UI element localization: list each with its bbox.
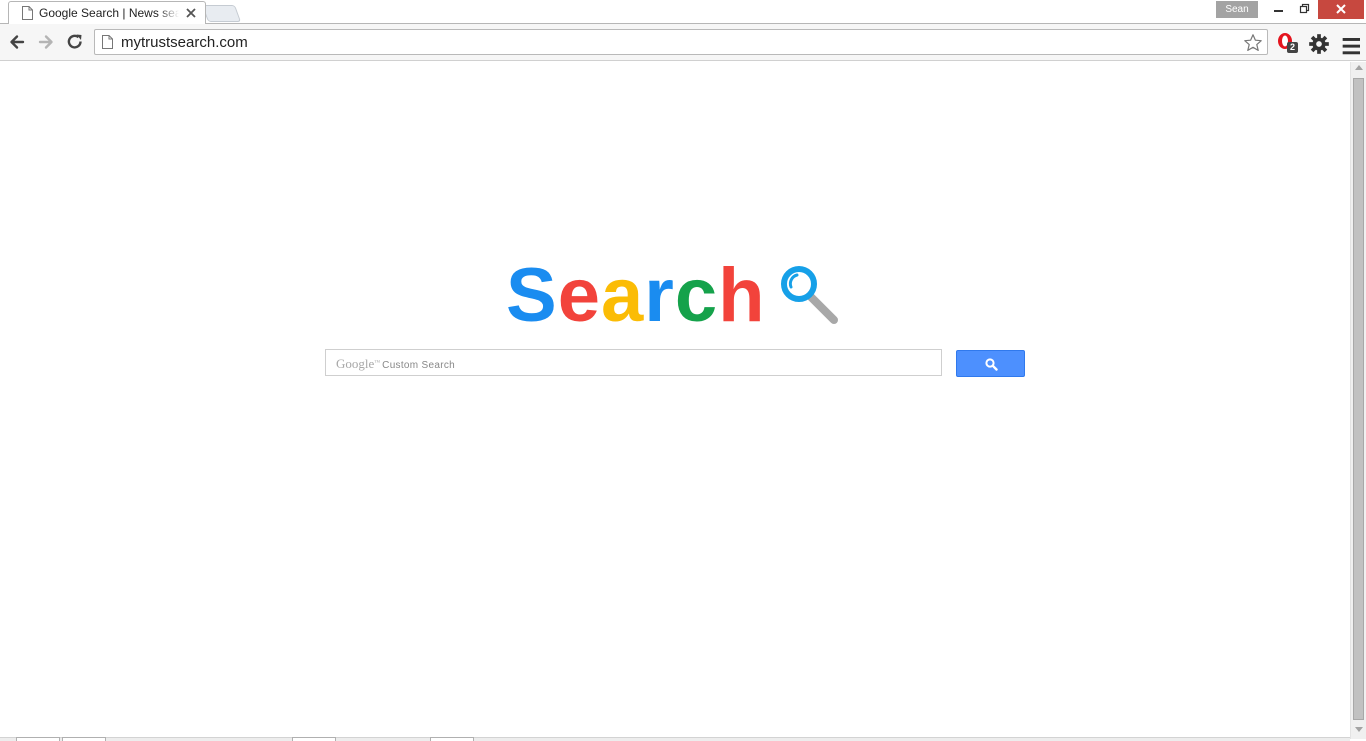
- logo-word: Search: [506, 256, 766, 336]
- arrow-right-icon[interactable]: [36, 32, 56, 52]
- search-input[interactable]: Google™ Custom Search: [325, 349, 942, 376]
- minimize-button[interactable]: [1265, 0, 1292, 19]
- watermark-tm: ™: [374, 360, 381, 366]
- taskbar-item[interactable]: [62, 737, 106, 741]
- reload-icon[interactable]: [65, 32, 85, 52]
- restore-icon: [1299, 3, 1310, 14]
- profile-button[interactable]: Sean: [1216, 1, 1258, 18]
- scroll-down-arrow-icon[interactable]: [1355, 727, 1363, 732]
- logo-letter: r: [644, 253, 675, 338]
- close-tab-icon[interactable]: [184, 6, 198, 20]
- hamburger-menu-icon[interactable]: [1340, 34, 1364, 58]
- watermark-brand: Google: [336, 356, 375, 371]
- page-icon: [102, 35, 113, 49]
- new-tab-button[interactable]: [201, 5, 242, 22]
- close-window-button[interactable]: [1318, 0, 1364, 19]
- scroll-up-arrow-icon[interactable]: [1355, 65, 1363, 70]
- logo-letter: c: [674, 253, 719, 338]
- taskbar-edge: [0, 737, 1350, 741]
- search-icon: [985, 358, 998, 371]
- logo-letter: S: [506, 253, 558, 338]
- browser-toolbar: mytrustsearch.com 2: [0, 24, 1366, 61]
- taskbar-item[interactable]: [16, 737, 60, 741]
- tab-title: Google Search | News search: [39, 6, 179, 20]
- extension-badge: 2: [1287, 42, 1298, 53]
- page-content: Search Google™ Custom Search: [0, 62, 1350, 739]
- logo-letter: a: [600, 253, 645, 338]
- restore-button[interactable]: [1291, 0, 1318, 19]
- logo-letter: h: [718, 253, 766, 338]
- star-icon[interactable]: [1243, 33, 1263, 53]
- taskbar-item[interactable]: [430, 737, 474, 741]
- page-icon: [22, 6, 33, 20]
- vertical-scrollbar[interactable]: [1350, 62, 1366, 739]
- minimize-icon: [1274, 10, 1283, 12]
- search-button[interactable]: [956, 350, 1025, 377]
- browser-tab[interactable]: Google Search | News search: [8, 1, 206, 24]
- taskbar-item[interactable]: [292, 737, 336, 741]
- gear-icon[interactable]: [1307, 32, 1331, 56]
- search-logo: Search: [506, 256, 838, 336]
- arrow-left-icon[interactable]: [7, 32, 27, 52]
- address-text: mytrustsearch.com: [121, 34, 248, 51]
- scroll-thumb[interactable]: [1353, 78, 1364, 720]
- magnifier-icon: [781, 266, 838, 324]
- watermark-label: Custom Search: [382, 360, 455, 371]
- extension-button[interactable]: 2: [1276, 31, 1300, 55]
- logo-letter: e: [557, 253, 601, 338]
- close-icon: [1336, 4, 1346, 14]
- address-bar[interactable]: mytrustsearch.com: [94, 29, 1268, 55]
- tab-strip: Google Search | News search Sean: [0, 0, 1366, 24]
- google-custom-search-watermark: Google™ Custom Search: [336, 356, 455, 373]
